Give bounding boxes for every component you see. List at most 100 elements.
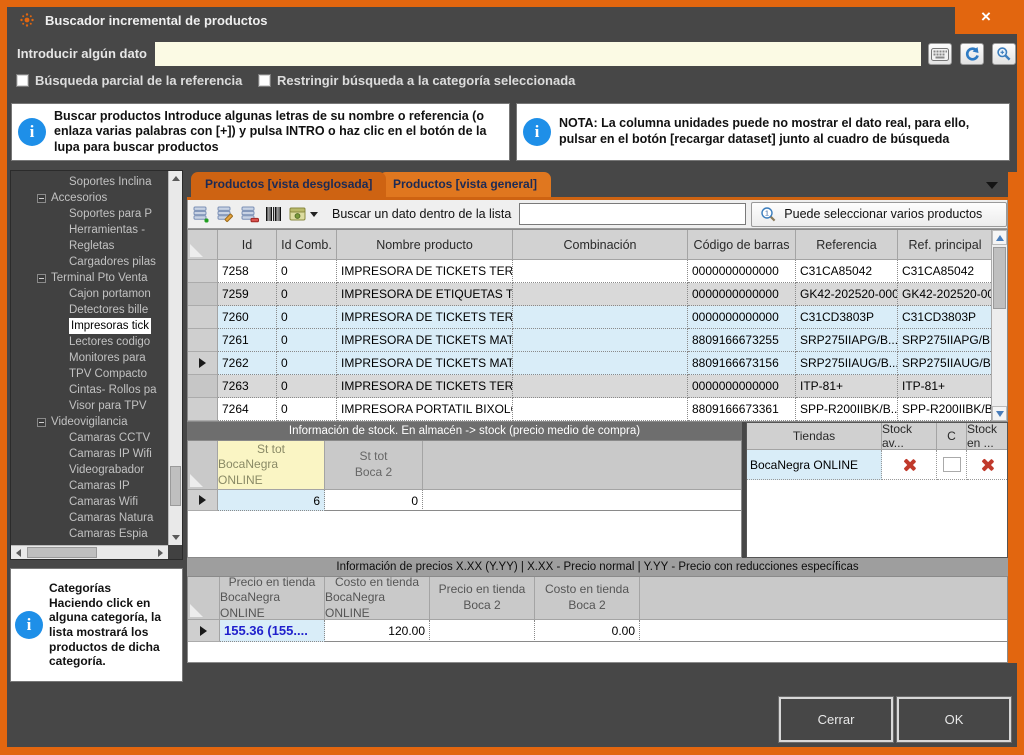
tree-item[interactable]: TPV Compacto — [11, 366, 168, 382]
table-row[interactable]: 72630IMPRESORA DE TICKETS TERMI...000000… — [188, 375, 1007, 398]
grid-cell[interactable]: 0 — [277, 260, 337, 283]
add-record-button[interactable] — [192, 204, 212, 224]
cerrar-button[interactable]: Cerrar — [779, 697, 893, 742]
grid-cell[interactable]: SPP-R200IIBK/B... — [796, 398, 898, 421]
grid-cell[interactable]: IMPRESORA DE TICKETS MATRI... — [337, 352, 513, 375]
column-header-tiendas[interactable]: Tiendas — [747, 423, 882, 450]
grid-cell[interactable]: 0000000000000 — [688, 283, 796, 306]
stock-value-shop2[interactable]: 0 — [325, 490, 423, 511]
tree-vertical-scrollbar[interactable] — [168, 171, 182, 545]
tree-item[interactable]: Camaras Espia — [11, 526, 168, 542]
scroll-up-button[interactable] — [992, 230, 1007, 245]
row-header[interactable] — [188, 352, 218, 375]
grid-cell[interactable]: 0 — [277, 375, 337, 398]
grid-cell[interactable]: 0000000000000 — [688, 260, 796, 283]
precios-row[interactable]: 155.36 (155.... 120.00 0.00 — [188, 620, 1007, 642]
table-row[interactable]: 72620IMPRESORA DE TICKETS MATRI...880916… — [188, 352, 1007, 375]
scrollbar-thumb[interactable] — [170, 466, 181, 506]
tree-horizontal-scrollbar[interactable] — [11, 545, 168, 559]
tree-item[interactable]: Soportes Inclina — [11, 174, 168, 190]
ok-button[interactable]: OK — [897, 697, 1011, 742]
grid-cell[interactable]: SPP-R200IIBK/BEG — [898, 398, 993, 421]
grid-cell[interactable]: 0 — [277, 398, 337, 421]
scrollbar-thumb[interactable] — [993, 247, 1006, 309]
tree-item[interactable]: Camaras Natura — [11, 510, 168, 526]
checkbox-box[interactable] — [258, 74, 271, 87]
row-header[interactable] — [188, 283, 218, 306]
column-header-costo-shop1[interactable]: Costo en tienda BocaNegra ONLINE — [325, 577, 430, 620]
grid-cell[interactable]: 0 — [277, 306, 337, 329]
precios-corner[interactable] — [188, 577, 220, 620]
grid-cell[interactable]: 0000000000000 — [688, 306, 796, 329]
column-header-id[interactable]: Id — [218, 230, 277, 260]
tree-item[interactable]: Videograbador — [11, 462, 168, 478]
stock-corner[interactable] — [188, 441, 218, 490]
close-button[interactable]: × — [955, 0, 1017, 34]
grid-cell[interactable]: 7258 — [218, 260, 277, 283]
grid-cell[interactable]: C31CD3803P — [796, 306, 898, 329]
scroll-right-icon[interactable] — [158, 549, 163, 557]
select-all-corner[interactable] — [188, 230, 218, 260]
grid-cell[interactable]: C31CA85042 — [796, 260, 898, 283]
scrollbar-thumb[interactable] — [27, 547, 97, 558]
stock-value-shop1[interactable]: 6 — [218, 490, 325, 511]
grid-cell[interactable]: C31CD3803P — [898, 306, 993, 329]
tree-collapse-icon[interactable] — [37, 194, 46, 203]
row-header[interactable] — [188, 306, 218, 329]
scroll-down-button[interactable] — [992, 406, 1007, 421]
checkbox-restrict-category[interactable]: Restringir búsqueda a la categoría selec… — [258, 73, 575, 88]
grid-cell[interactable]: 8809166673156 — [688, 352, 796, 375]
table-row[interactable]: 72610IMPRESORA DE TICKETS MATRI...880916… — [188, 329, 1007, 352]
grid-cell[interactable]: IMPRESORA DE TICKETS MATRI... — [337, 329, 513, 352]
costo-shop2-value[interactable]: 0.00 — [535, 620, 640, 642]
keyboard-button[interactable] — [928, 43, 952, 65]
grid-cell[interactable]: 7259 — [218, 283, 277, 306]
column-header-idcomb[interactable]: Id Comb. — [277, 230, 337, 260]
stock-row[interactable]: 6 0 — [188, 490, 741, 511]
column-header-stock-en[interactable]: Stock en ... — [967, 423, 1007, 450]
grid-cell[interactable]: IMPRESORA DE TICKETS TERMI... — [337, 260, 513, 283]
stock-en-cell[interactable] — [967, 450, 1007, 480]
tree-item[interactable]: Regletas — [11, 238, 168, 254]
column-header-precio-shop2[interactable]: Precio en tienda Boca 2 — [430, 577, 535, 620]
scroll-up-icon[interactable] — [172, 176, 180, 181]
grid-cell[interactable]: 7260 — [218, 306, 277, 329]
column-header-precio-shop1[interactable]: Precio en tienda BocaNegra ONLINE — [220, 577, 325, 620]
reload-dataset-button[interactable] — [288, 204, 308, 224]
grid-cell[interactable]: 7264 — [218, 398, 277, 421]
grid-cell[interactable]: ITP-81+ — [898, 375, 993, 398]
tree-item[interactable]: Camaras IP Wifi — [11, 446, 168, 462]
grid-cell[interactable] — [513, 375, 688, 398]
grid-cell[interactable]: 7263 — [218, 375, 277, 398]
grid-vertical-scrollbar[interactable] — [991, 230, 1007, 421]
column-header-combinacion[interactable]: Combinación — [513, 230, 688, 260]
grid-cell[interactable]: 0 — [277, 283, 337, 306]
column-header-costo-shop2[interactable]: Costo en tienda Boca 2 — [535, 577, 640, 620]
list-search-input[interactable] — [519, 203, 746, 225]
grid-cell[interactable]: SRP275IIAPG/B... — [796, 329, 898, 352]
precio-shop1-value[interactable]: 155.36 (155.... — [220, 620, 325, 642]
table-row[interactable]: 72640IMPRESORA PORTATIL BIXOLO...8809166… — [188, 398, 1007, 421]
grid-cell[interactable]: GK42-202520-000 — [898, 283, 993, 306]
costo-shop1-value[interactable]: 120.00 — [325, 620, 430, 642]
scroll-left-icon[interactable] — [16, 549, 21, 557]
grid-cell[interactable] — [513, 352, 688, 375]
tree-item[interactable]: Cargadores pilas — [11, 254, 168, 270]
delete-record-button[interactable] — [240, 204, 260, 224]
grid-cell[interactable]: SRP275IIAPG/BEG — [898, 329, 993, 352]
grid-cell[interactable]: SRP275IIAUG/BEG — [898, 352, 993, 375]
grid-cell[interactable] — [513, 260, 688, 283]
barcode-button[interactable] — [264, 204, 284, 224]
toolbar-dropdown-icon[interactable] — [310, 212, 318, 217]
tree-item[interactable]: Visor para TPV — [11, 398, 168, 414]
tab-vista-general[interactable]: Productos [vista general] — [379, 172, 551, 197]
grid-cell[interactable]: C31CA85042 — [898, 260, 993, 283]
tab-list-dropdown-icon[interactable] — [986, 182, 998, 189]
tienda-row[interactable]: BocaNegra ONLINE — [747, 450, 1007, 480]
grid-cell[interactable] — [513, 283, 688, 306]
grid-cell[interactable]: IMPRESORA PORTATIL BIXOLO... — [337, 398, 513, 421]
scroll-down-icon[interactable] — [172, 535, 180, 540]
row-header[interactable] — [188, 398, 218, 421]
table-row[interactable]: 72600IMPRESORA DE TICKETS TERMI...000000… — [188, 306, 1007, 329]
title-bar[interactable]: Buscador incremental de productos × — [7, 7, 1017, 34]
